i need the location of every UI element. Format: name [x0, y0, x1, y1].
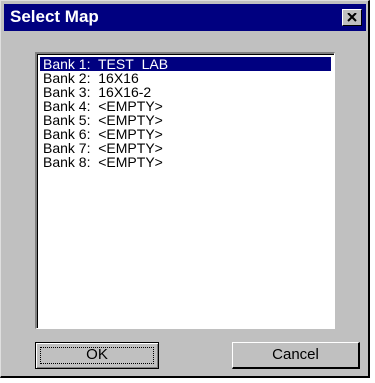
list-item-bank-7[interactable]: Bank 7: <EMPTY>: [40, 141, 331, 155]
cancel-button-label: Cancel: [272, 346, 319, 363]
dialog-title: Select Map: [10, 7, 99, 26]
bank-list: Bank 1: TEST_LAB Bank 2: 16X16 Bank 3: 1…: [40, 57, 331, 169]
list-item-bank-6[interactable]: Bank 6: <EMPTY>: [40, 127, 331, 141]
ok-button[interactable]: OK: [35, 342, 159, 369]
title-bar[interactable]: Select Map: [4, 4, 366, 31]
close-button[interactable]: [342, 9, 362, 26]
list-item-bank-2[interactable]: Bank 2: 16X16: [40, 71, 331, 85]
list-item-bank-3[interactable]: Bank 3: 16X16-2: [40, 85, 331, 99]
list-item-bank-4[interactable]: Bank 4: <EMPTY>: [40, 99, 331, 113]
bank-listbox[interactable]: Bank 1: TEST_LAB Bank 2: 16X16 Bank 3: 1…: [35, 52, 335, 329]
cancel-button[interactable]: Cancel: [232, 342, 360, 369]
list-item-bank-5[interactable]: Bank 5: <EMPTY>: [40, 113, 331, 127]
list-item-bank-1[interactable]: Bank 1: TEST_LAB: [40, 57, 331, 71]
list-item-bank-8[interactable]: Bank 8: <EMPTY>: [40, 155, 331, 169]
select-map-dialog: Select Map Bank 1: TEST_LAB Bank 2: 16X1…: [0, 0, 370, 378]
ok-button-label: OK: [86, 346, 108, 363]
